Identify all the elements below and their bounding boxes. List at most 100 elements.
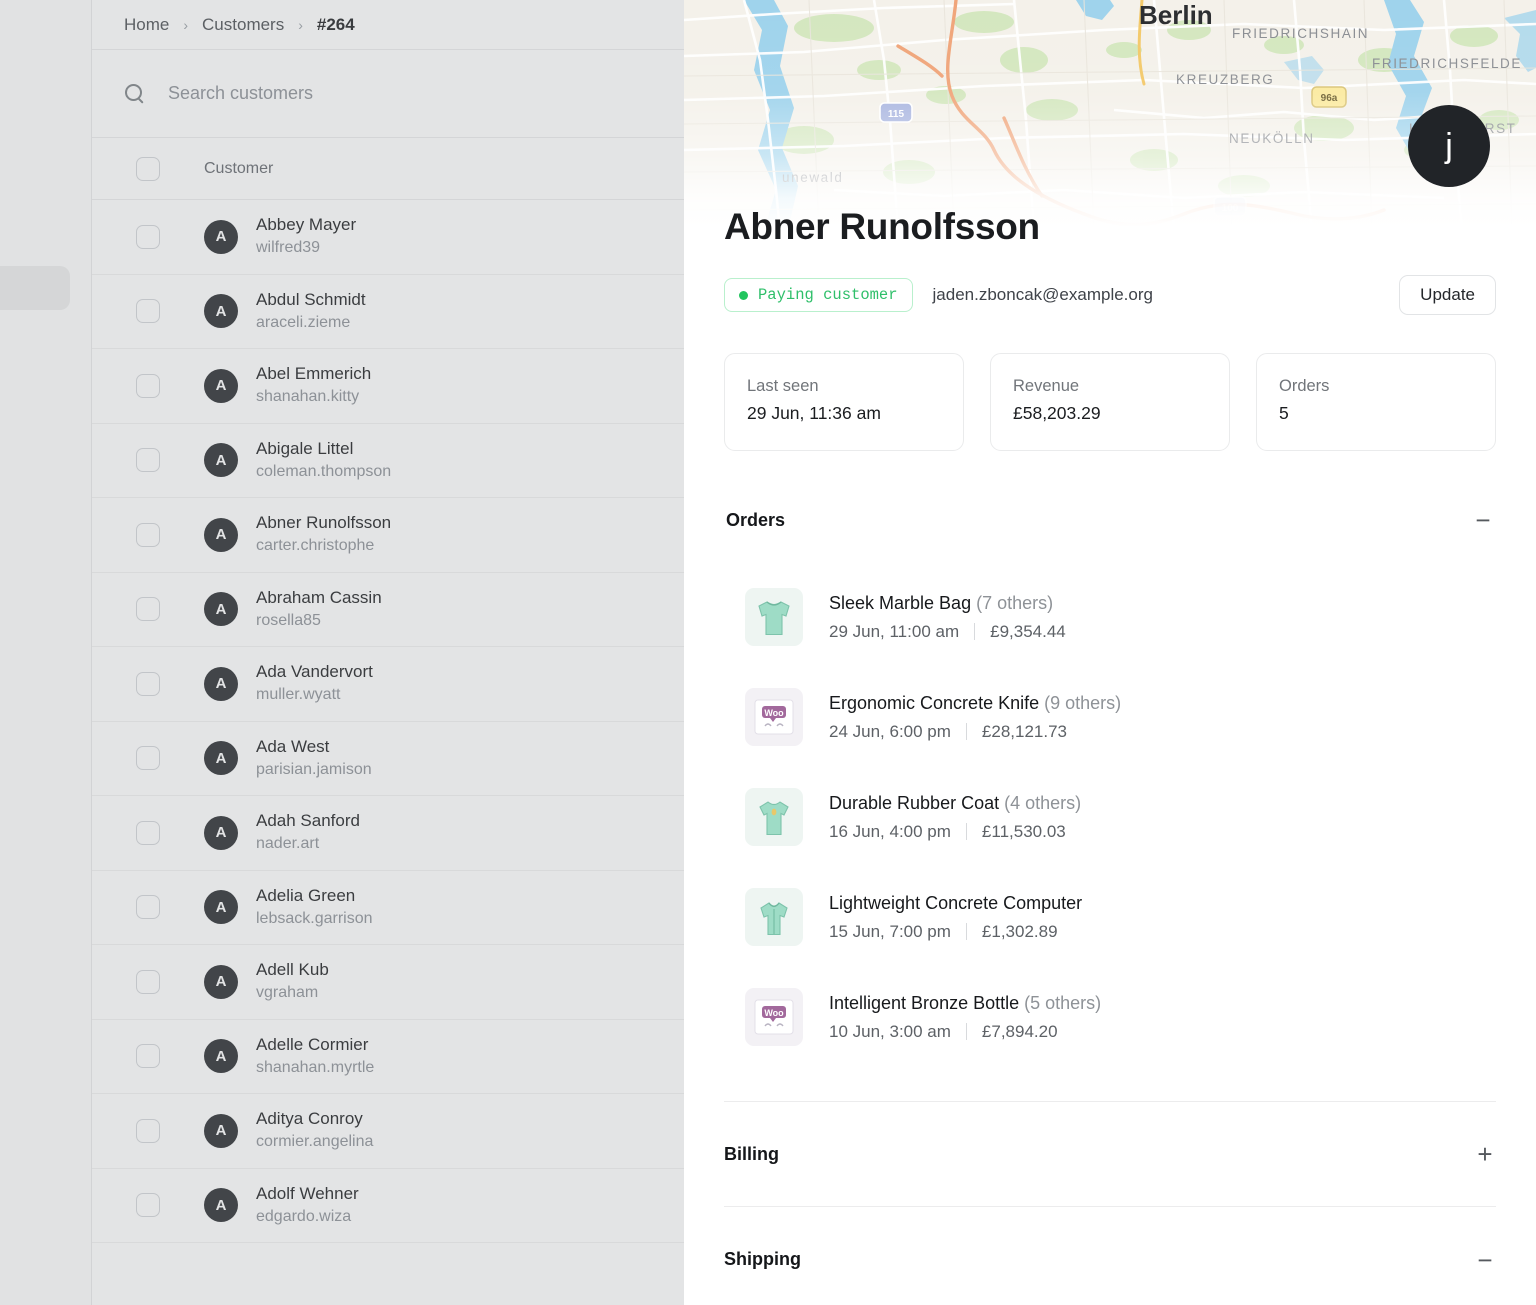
order-thumbnail [745, 788, 803, 846]
order-item[interactable]: WooErgonomic Concrete Knife (9 others)24… [745, 667, 1496, 767]
row-checkbox[interactable] [136, 821, 160, 845]
row-avatar: A [204, 369, 238, 403]
breadcrumb-item-home[interactable]: Home [124, 15, 169, 35]
row-avatar: A [204, 294, 238, 328]
search-input[interactable]: Search customers [168, 83, 313, 104]
update-button[interactable]: Update [1399, 275, 1496, 315]
order-meta-divider [974, 623, 975, 640]
row-avatar: A [204, 965, 238, 999]
shipping-collapse-toggle-icon[interactable]: − [1474, 1247, 1496, 1273]
panel-body: Abner Runolfsson Paying customer jaden.z… [684, 0, 1536, 1305]
row-avatar: A [204, 1188, 238, 1222]
app-screen: Home › Customers › #264 Search customers… [0, 0, 1536, 1305]
row-select-cell[interactable] [92, 970, 204, 994]
hoodie-product-icon [751, 894, 797, 940]
order-item[interactable]: Lightweight Concrete Computer15 Jun, 7:0… [745, 867, 1496, 967]
row-customer-username: parisian.jamison [256, 761, 372, 778]
stat-card: Last seen29 Jun, 11:36 am [724, 353, 964, 451]
row-checkbox[interactable] [136, 448, 160, 472]
row-select-cell[interactable] [92, 746, 204, 770]
order-amount: £9,354.44 [990, 618, 1066, 645]
row-select-cell[interactable] [92, 672, 204, 696]
shipping-section-header[interactable]: Shipping − [724, 1207, 1496, 1305]
row-checkbox[interactable] [136, 374, 160, 398]
row-select-cell[interactable] [92, 299, 204, 323]
row-customer-name: Abigale Littel [256, 439, 353, 458]
order-thumbnail [745, 888, 803, 946]
row-customer-username: coleman.thompson [256, 463, 391, 480]
orders-section-title: Orders [726, 510, 785, 531]
order-date: 10 Jun, 3:00 am [829, 1018, 951, 1045]
billing-section-header[interactable]: Billing + [724, 1102, 1496, 1207]
row-select-cell[interactable] [92, 374, 204, 398]
order-amount: £11,530.03 [982, 818, 1066, 845]
stat-label: Orders [1279, 374, 1473, 399]
row-checkbox[interactable] [136, 970, 160, 994]
select-all-cell[interactable] [92, 157, 204, 181]
row-select-cell[interactable] [92, 225, 204, 249]
svg-text:Woo: Woo [764, 1008, 784, 1018]
order-amount: £7,894.20 [982, 1018, 1058, 1045]
row-checkbox[interactable] [136, 746, 160, 770]
row-checkbox[interactable] [136, 1193, 160, 1217]
stat-value: 29 Jun, 11:36 am [747, 399, 941, 429]
order-others-count: (9 others) [1039, 693, 1121, 713]
orders-collapse-toggle-icon[interactable]: − [1472, 507, 1494, 533]
row-avatar: A [204, 1114, 238, 1148]
row-select-cell[interactable] [92, 523, 204, 547]
row-checkbox[interactable] [136, 523, 160, 547]
row-avatar: A [204, 518, 238, 552]
row-select-cell[interactable] [92, 1119, 204, 1143]
row-checkbox[interactable] [136, 299, 160, 323]
orders-list: Sleek Marble Bag (7 others)29 Jun, 11:00… [724, 567, 1496, 1067]
woo-placeholder-icon: Woo [752, 695, 796, 739]
row-select-cell[interactable] [92, 1044, 204, 1068]
order-meta: 15 Jun, 7:00 pm£1,302.89 [829, 918, 1082, 945]
select-all-checkbox[interactable] [136, 157, 160, 181]
order-meta-divider [966, 1023, 967, 1040]
svg-text:Woo: Woo [764, 708, 784, 718]
row-checkbox[interactable] [136, 1044, 160, 1068]
row-checkbox[interactable] [136, 225, 160, 249]
row-select-cell[interactable] [92, 448, 204, 472]
row-select-cell[interactable] [92, 597, 204, 621]
order-amount: £28,121.73 [982, 718, 1067, 745]
row-checkbox[interactable] [136, 895, 160, 919]
stat-card: Orders5 [1256, 353, 1496, 451]
status-badge-label: Paying customer [758, 286, 898, 304]
status-dot-icon [739, 291, 748, 300]
row-checkbox[interactable] [136, 672, 160, 696]
row-select-cell[interactable] [92, 821, 204, 845]
row-avatar: A [204, 741, 238, 775]
order-title: Durable Rubber Coat [829, 793, 999, 813]
order-thumbnail: Woo [745, 988, 803, 1046]
row-customer-username: araceli.zieme [256, 314, 350, 331]
row-customer-name: Adelia Green [256, 886, 355, 905]
billing-expand-toggle-icon[interactable]: + [1474, 1141, 1496, 1167]
row-customer-username: lebsack.garrison [256, 910, 373, 927]
row-customer-username: carter.christophe [256, 537, 374, 554]
order-item[interactable]: Sleek Marble Bag (7 others)29 Jun, 11:00… [745, 567, 1496, 667]
order-date: 16 Jun, 4:00 pm [829, 818, 951, 845]
row-customer-name: Adelle Cormier [256, 1035, 368, 1054]
orders-section-header[interactable]: Orders − [724, 507, 1496, 533]
breadcrumb-item-customers[interactable]: Customers [202, 15, 284, 35]
row-customer-username: shanahan.myrtle [256, 1059, 374, 1076]
row-select-cell[interactable] [92, 1193, 204, 1217]
order-meta-divider [966, 923, 967, 940]
nav-rail-highlight[interactable] [0, 266, 70, 310]
row-checkbox[interactable] [136, 597, 160, 621]
order-thumbnail: Woo [745, 688, 803, 746]
breadcrumb-separator-icon: › [298, 17, 303, 33]
row-customer-name: Ada West [256, 737, 329, 756]
row-checkbox[interactable] [136, 1119, 160, 1143]
row-select-cell[interactable] [92, 895, 204, 919]
order-item[interactable]: WooIntelligent Bronze Bottle (5 others)1… [745, 967, 1496, 1067]
customer-email[interactable]: jaden.zboncak@example.org [933, 285, 1153, 305]
row-customer-name: Abner Runolfsson [256, 513, 391, 532]
order-item[interactable]: Durable Rubber Coat (4 others) 16 Jun, 4:… [745, 767, 1496, 867]
customer-detail-panel: Berlin FRIEDRICHSHAIN FRIEDRICHSFELDE KR… [684, 0, 1536, 1305]
row-customer-username: wilfred39 [256, 239, 320, 256]
order-amount: £1,302.89 [982, 918, 1058, 945]
order-others-count: (4 others) [999, 793, 1081, 813]
